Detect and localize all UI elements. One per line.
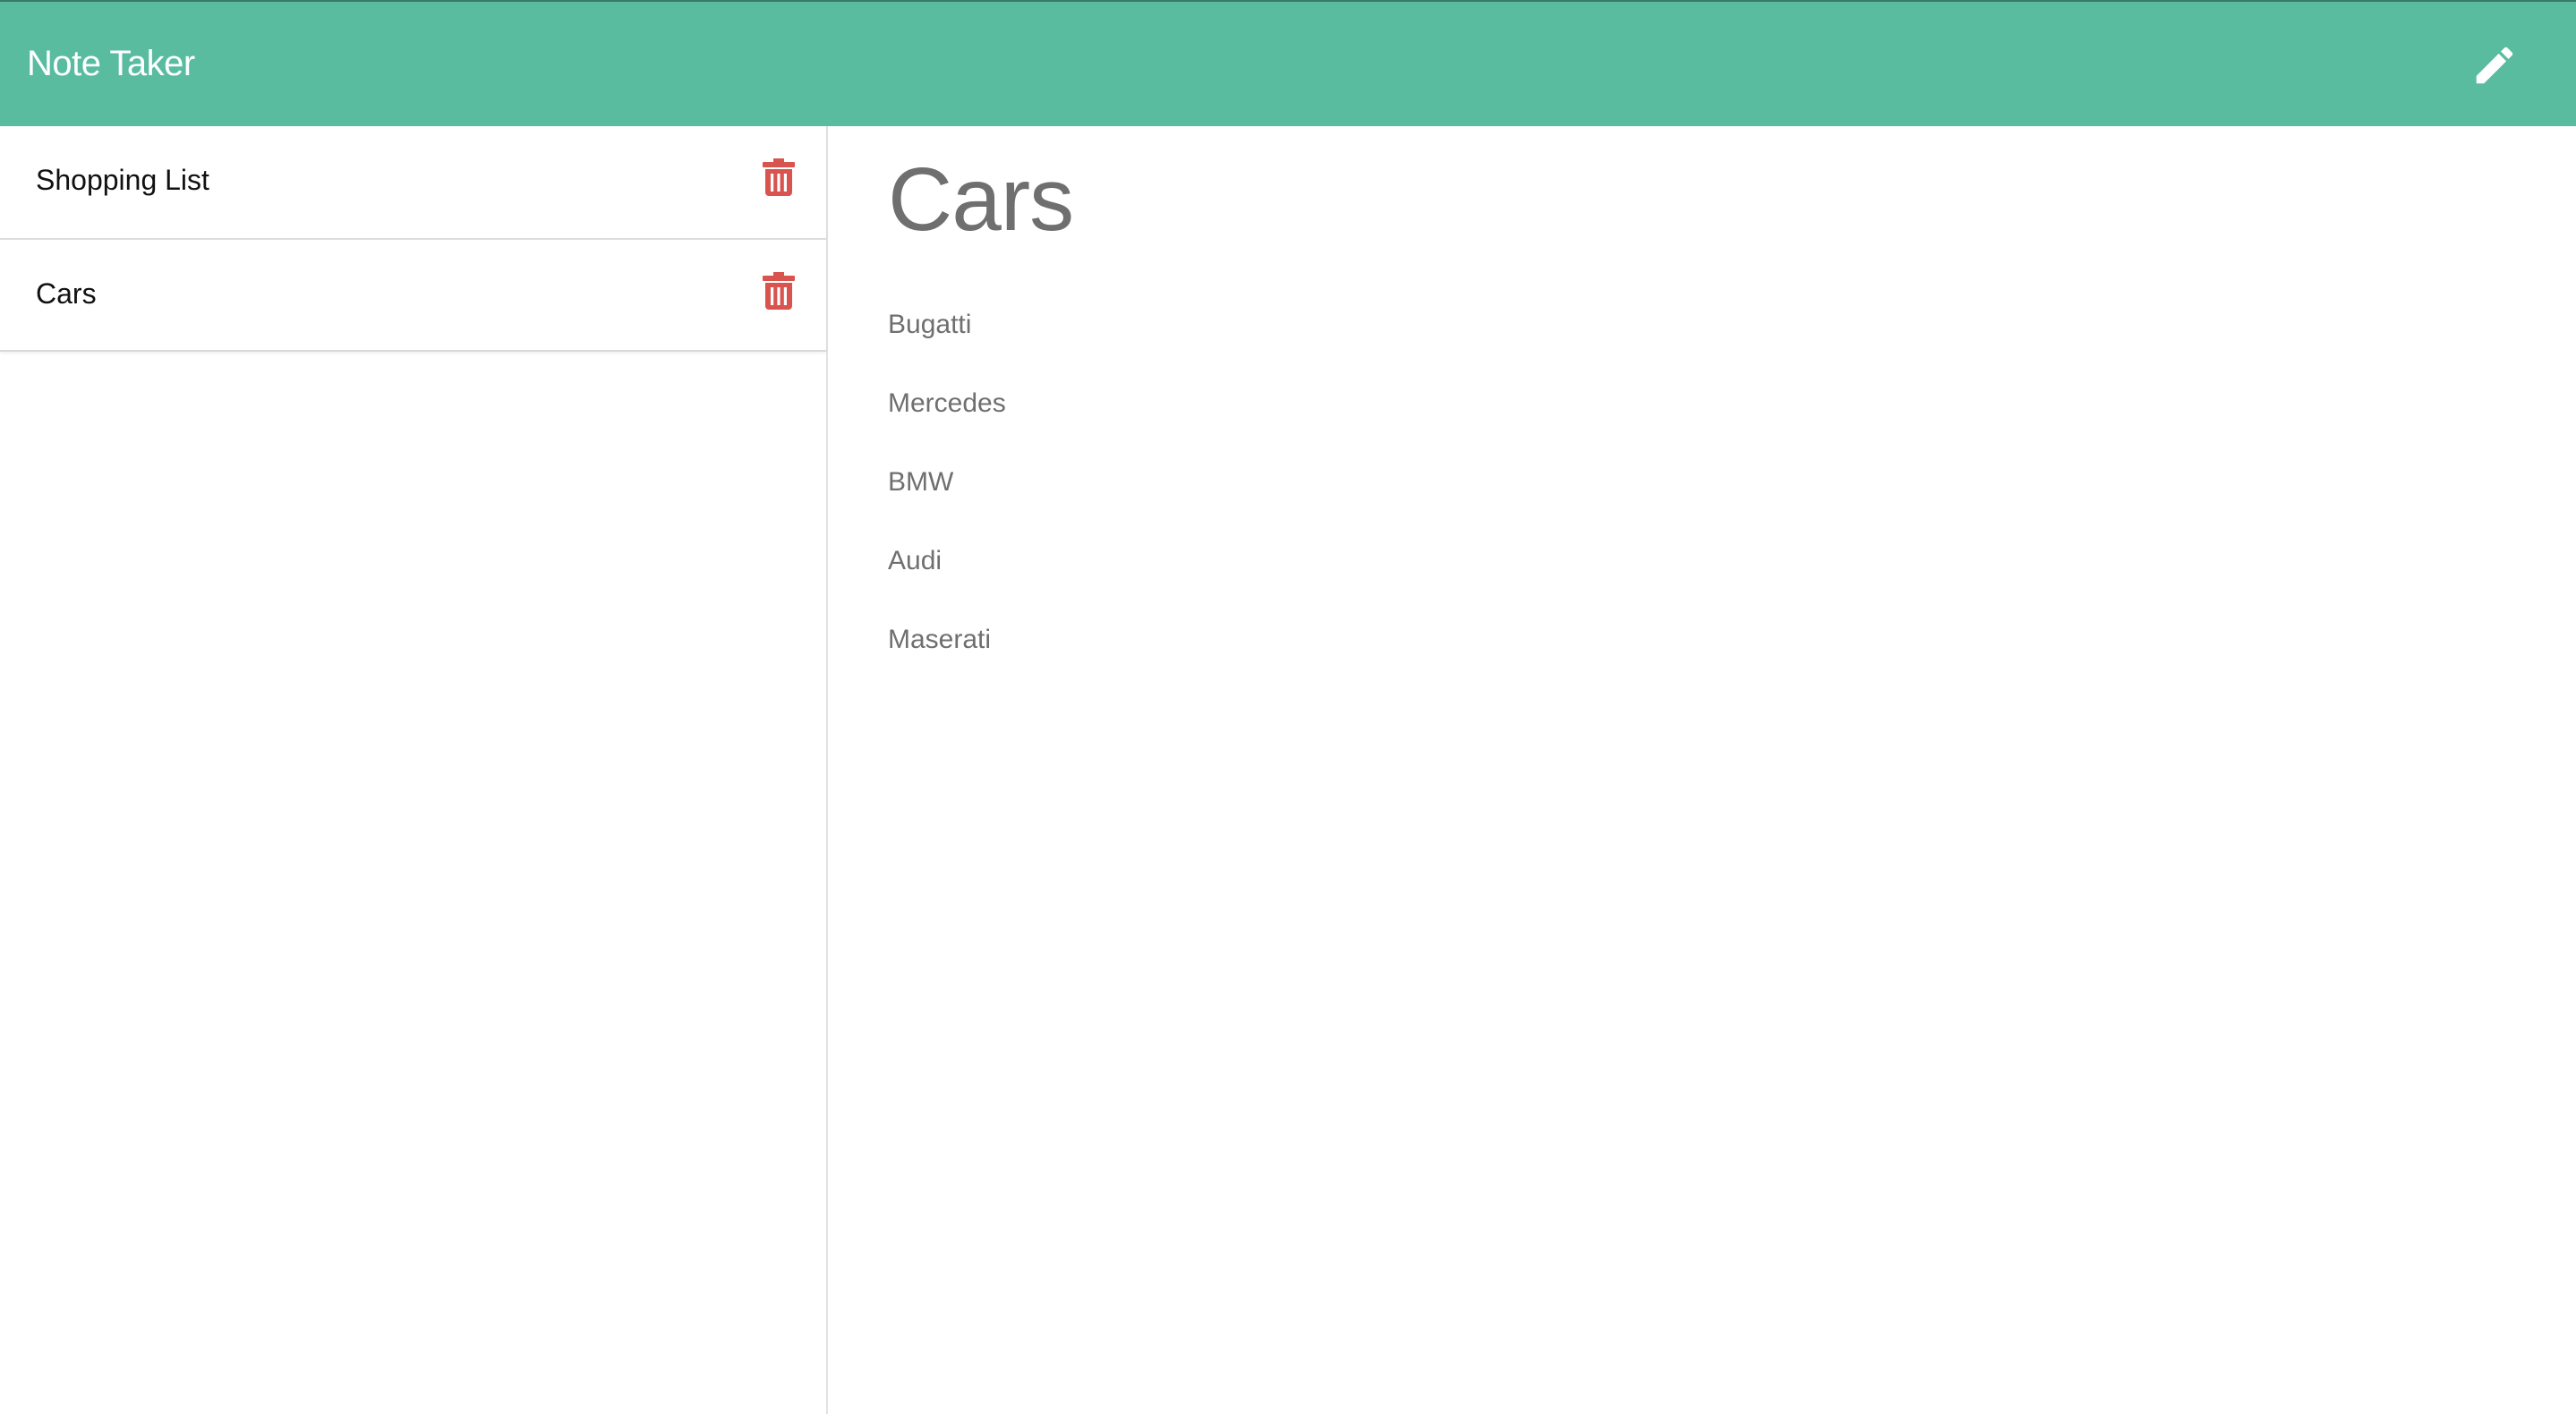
note-line: BMW [888, 467, 954, 497]
note-list: Shopping List Cars [0, 126, 826, 352]
note-text-area[interactable]: Bugatti Mercedes BMW Audi Maserati [888, 266, 1006, 699]
note-line: Mercedes [888, 388, 1006, 418]
note-item-title: Cars [36, 277, 97, 310]
note-taker-app: Note Taker Shopping List Cars Cars Bugat… [0, 0, 2576, 1414]
delete-note-button[interactable] [763, 272, 795, 310]
note-line: Audi [888, 546, 943, 575]
app-title[interactable]: Note Taker [27, 41, 195, 86]
note-item-cars[interactable]: Cars [0, 238, 826, 350]
top-navbar: Note Taker [0, 0, 2576, 126]
delete-note-button[interactable] [763, 158, 795, 196]
note-title-field[interactable]: Cars [888, 146, 1074, 253]
note-item-shopping-list[interactable]: Shopping List [0, 126, 826, 238]
note-item-title: Shopping List [36, 164, 209, 196]
trash-icon [763, 158, 795, 196]
new-note-button[interactable] [2470, 41, 2519, 89]
notes-sidebar: Shopping List Cars [0, 126, 828, 1414]
note-editor: Cars Bugatti Mercedes BMW Audi Maserati [830, 126, 2576, 1414]
note-line: Maserati [888, 625, 992, 654]
note-line: Bugatti [888, 310, 972, 339]
trash-icon [763, 272, 795, 310]
pencil-icon [2476, 47, 2513, 84]
